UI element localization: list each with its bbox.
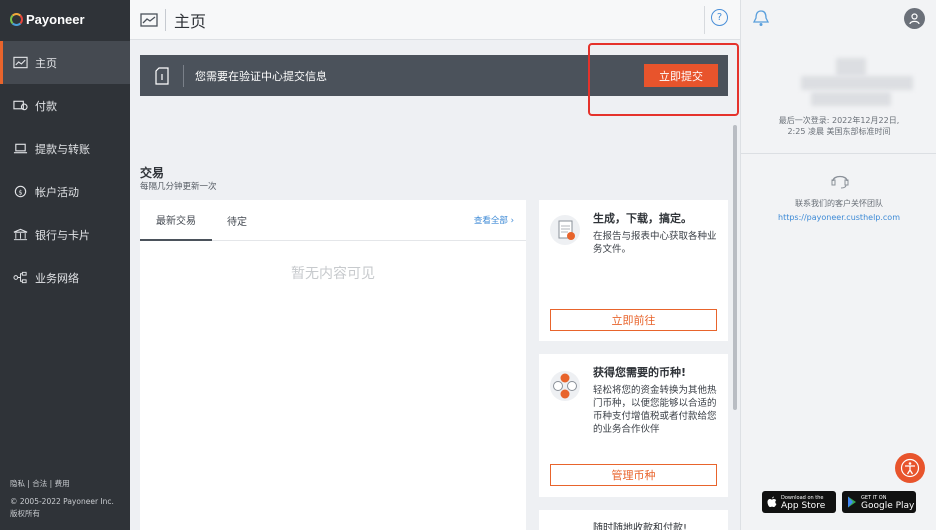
mobile-card: 随时随地收款和付款! [539, 510, 728, 530]
redacted-info [811, 92, 891, 106]
logo-mark-icon [10, 12, 23, 26]
network-icon [12, 271, 28, 285]
bank-icon [12, 228, 28, 242]
tab-pending[interactable]: 待定 [212, 200, 262, 241]
google-play-big: Google Play [861, 501, 915, 511]
sidebar-item-label: 主页 [35, 56, 57, 70]
empty-state: 暂无内容可见 [291, 266, 375, 282]
apple-icon [767, 496, 777, 507]
accessibility-icon[interactable] [895, 453, 925, 483]
page-title: 主页 [174, 11, 207, 31]
google-play-icon [848, 496, 856, 508]
last-login: 最后一次登录: 2022年12月22日, 2:25 凌晨 美国东部标准时间 [741, 115, 936, 137]
last-login-time: 2:25 凌晨 美国东部标准时间 [787, 127, 891, 136]
sidebar-item-network[interactable]: 业务网络 [0, 256, 130, 299]
header-divider [704, 6, 705, 34]
page-header: 主页 ? [130, 0, 740, 40]
divider [741, 153, 936, 154]
banner-message: 您需要在验证中心提交信息 [195, 69, 327, 83]
sidebar-item-home[interactable]: 主页 [0, 41, 130, 84]
sidebar-item-activity[interactable]: $ 帐户活动 [0, 170, 130, 213]
sidebar-item-bank-cards[interactable]: 银行与卡片 [0, 213, 130, 256]
footer-links: 隐私 | 合法 | 费用 [10, 479, 70, 488]
last-login-date: 最后一次登录: 2022年12月22日, [778, 116, 900, 125]
contact-link[interactable]: https://payoneer.custhelp.com [741, 213, 936, 222]
payoneer-logo[interactable]: Payoneer [0, 0, 130, 38]
help-icon[interactable]: ? [711, 9, 728, 26]
transactions-card: 最新交易 待定 查看全部 › 暂无内容可见 [140, 200, 526, 530]
sidebar-nav: 主页 付款 提款与转账 $ 帐户活动 银行与卡片 业务网络 [0, 41, 130, 299]
sidebar-item-label: 提款与转账 [35, 142, 90, 156]
reports-card: 生成，下载，搞定。 在报告与报表中心获取各种业务文件。 立即前往 [539, 200, 728, 341]
card-title: 随时随地收款和付款! [593, 523, 688, 530]
logo-text: Payoneer [26, 11, 85, 27]
go-now-button[interactable]: 立即前往 [550, 309, 717, 331]
card-title: 生成，下载，搞定。 [593, 212, 692, 225]
compliance-link[interactable]: 合法 [32, 479, 47, 488]
manage-currencies-button[interactable]: 管理币种 [550, 464, 717, 486]
headset-icon [831, 175, 849, 189]
card-text: 轻松将您的资金转换为其他热门币种，以便您能够以合适的币种支付增值税或者付款给您的… [593, 385, 717, 435]
sidebar-item-label: 业务网络 [35, 271, 79, 285]
transfer-icon [12, 142, 28, 156]
sidebar-item-label: 付款 [35, 99, 57, 113]
redacted-info [836, 58, 866, 76]
app-store-badge[interactable]: Download on the App Store [762, 491, 836, 513]
header-divider [165, 8, 166, 31]
payment-icon [12, 99, 28, 113]
highlight-outline [588, 43, 739, 116]
dashboard-icon [140, 12, 158, 27]
privacy-link[interactable]: 隐私 [10, 479, 25, 488]
card-title: 获得您需要的币种! [593, 366, 687, 379]
card-text: 在报告与报表中心获取各种业务文件。 [593, 231, 717, 255]
svg-text:$: $ [18, 188, 22, 196]
right-panel: 最后一次登录: 2022年12月22日, 2:25 凌晨 美国东部标准时间 联系… [740, 0, 936, 530]
currency-icon [550, 371, 580, 401]
app-root: Payoneer 主页 付款 提款与转账 $ 帐户活动 银行与卡片 业务网络 隐… [0, 0, 936, 530]
transactions-subtitle: 每隔几分钟更新一次 [140, 182, 217, 192]
redacted-info [801, 76, 913, 90]
view-all-link[interactable]: 查看全部 › [474, 214, 514, 226]
report-icon [550, 215, 580, 245]
transactions-title: 交易 [140, 166, 165, 180]
banner-divider [183, 64, 184, 87]
document-icon [155, 66, 169, 85]
user-avatar-icon[interactable] [904, 8, 925, 29]
main-scrollbar[interactable] [733, 125, 737, 410]
tab-latest[interactable]: 最新交易 [140, 200, 212, 241]
fees-link[interactable]: 费用 [55, 479, 70, 488]
contact-text: 联系我们的客户关怀团队 [795, 199, 883, 208]
sidebar-item-label: 帐户活动 [35, 185, 79, 199]
app-store-big: App Store [781, 501, 826, 511]
transactions-tabs: 最新交易 待定 查看全部 › [140, 200, 526, 241]
copyright: © 2005-2022 Payoneer Inc.版权所有 [10, 497, 114, 518]
activity-icon: $ [12, 185, 28, 199]
currency-card: 获得您需要的币种! 轻松将您的资金转换为其他热门币种，以便您能够以合适的币种支付… [539, 354, 728, 497]
google-play-badge[interactable]: GET IT ON Google Play [842, 491, 916, 513]
sidebar: Payoneer 主页 付款 提款与转账 $ 帐户活动 银行与卡片 业务网络 隐… [0, 0, 130, 530]
notification-bell-icon[interactable] [753, 9, 769, 27]
sidebar-footer: 隐私 | 合法 | 费用 © 2005-2022 Payoneer Inc.版权… [10, 478, 120, 520]
dashboard-icon [12, 56, 28, 70]
sidebar-item-withdraw-transfer[interactable]: 提款与转账 [0, 127, 130, 170]
sidebar-item-payments[interactable]: 付款 [0, 84, 130, 127]
sidebar-item-label: 银行与卡片 [35, 228, 90, 242]
